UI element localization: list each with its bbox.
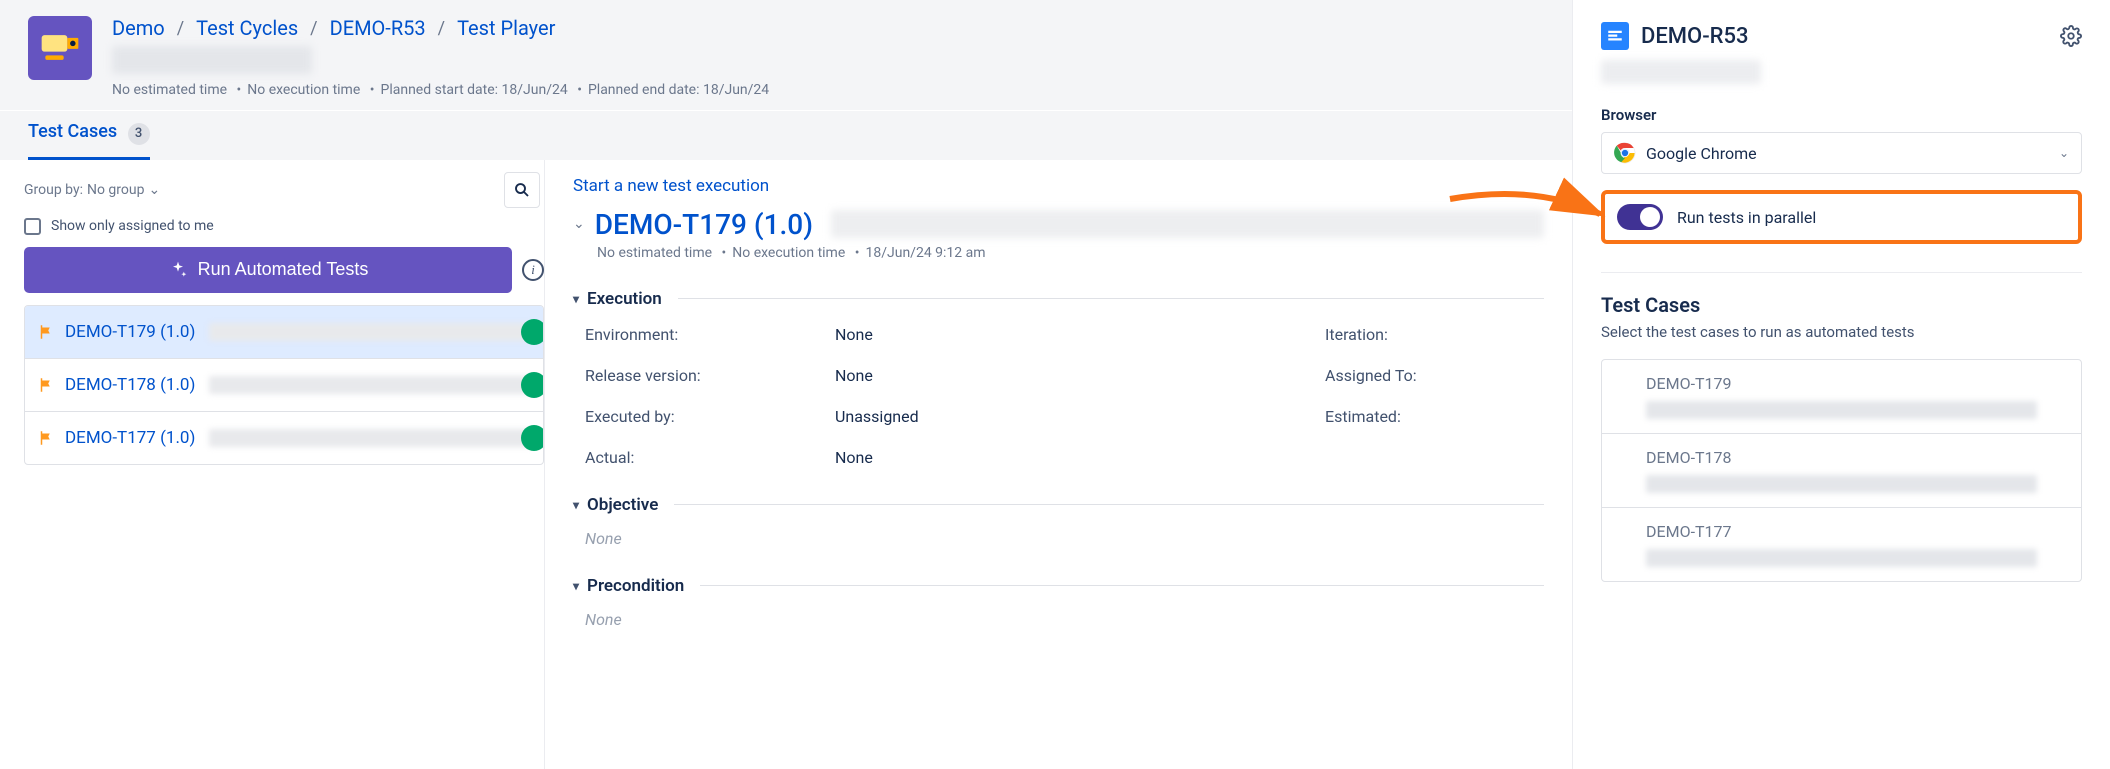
status-badge [521, 372, 544, 398]
estimated-value [1495, 407, 1544, 426]
test-case-title-redacted [209, 323, 533, 341]
actual-value: None [835, 448, 1305, 467]
test-case-detail-panel: Start a new test execution ⌄ DEMO-T179 (… [544, 160, 1572, 769]
test-case-list: DEMO-T179 (1.0) DEMO-T178 (1.0) DEMO-T17… [24, 305, 544, 465]
tabs: Test Cases 3 [0, 111, 1572, 160]
iteration-value [1495, 325, 1544, 344]
iteration-label: Iteration: [1325, 325, 1475, 344]
chevron-down-icon: ⌄ [148, 182, 160, 198]
test-case-title-redacted [209, 376, 533, 394]
sidebar-item-redacted [1646, 401, 2037, 419]
detail-meta: No estimated time No execution time 18/J… [597, 245, 1544, 261]
run-config-sidebar: DEMO-R53 Browser Google Chrome ⌄ Run tes… [1572, 0, 2110, 769]
breadcrumb-cycle[interactable]: DEMO-R53 [330, 16, 426, 40]
parallel-toggle-highlight: Run tests in parallel [1601, 190, 2082, 244]
header-meta: No estimated time No execution time Plan… [112, 82, 1544, 98]
tab-count-badge: 3 [128, 123, 150, 145]
section-precondition: ▾ Precondition None [573, 576, 1544, 629]
test-case-key: DEMO-T177 (1.0) [65, 428, 195, 448]
executed-by-label: Executed by: [585, 407, 815, 426]
page-header: Demo / Test Cycles / DEMO-R53 / Test Pla… [0, 0, 1572, 111]
release-value: None [835, 366, 1305, 385]
list-item[interactable]: DEMO-T179 [1602, 360, 2081, 434]
list-item[interactable]: DEMO-T178 (1.0) [25, 359, 543, 412]
flag-icon [37, 323, 55, 341]
objective-value: None [585, 529, 1544, 548]
precondition-value: None [585, 610, 1544, 629]
list-item[interactable]: DEMO-T178 [1602, 434, 2081, 508]
sidebar-section-title: Test Cases [1601, 293, 2082, 317]
test-case-key: DEMO-T178 (1.0) [65, 375, 195, 395]
test-case-key: DEMO-T179 (1.0) [65, 322, 195, 342]
sidebar-subtitle-redacted [1601, 60, 1761, 84]
tab-test-cases[interactable]: Test Cases 3 [28, 111, 150, 160]
plugin-icon [1601, 22, 1629, 50]
sidebar-title: DEMO-R53 [1641, 24, 2048, 49]
chevron-down-icon: ⌄ [2059, 146, 2069, 160]
run-parallel-label: Run tests in parallel [1677, 208, 1816, 227]
search-button[interactable] [504, 172, 540, 208]
detail-title-redacted [831, 210, 1544, 238]
browser-label: Browser [1601, 106, 2082, 124]
section-objective: ▾ Objective None [573, 495, 1544, 548]
run-parallel-toggle[interactable] [1617, 204, 1663, 230]
run-automated-tests-button[interactable]: Run Automated Tests [24, 247, 512, 293]
group-by-selector[interactable]: Group by: No group ⌄ [24, 182, 160, 198]
sidebar-item-redacted [1646, 475, 2037, 493]
sparkle-icon [168, 260, 188, 280]
gear-icon[interactable] [2060, 25, 2082, 47]
assigned-to-value [1495, 366, 1544, 385]
breadcrumb-section[interactable]: Test Cycles [196, 16, 298, 40]
sidebar-item-key: DEMO-T177 [1646, 522, 2037, 541]
sidebar-item-key: DEMO-T178 [1646, 448, 2037, 467]
list-item[interactable]: DEMO-T177 [1602, 508, 2081, 581]
actual-label: Actual: [585, 448, 815, 467]
section-execution: ▾ Execution Environment: None Iteration:… [573, 289, 1544, 467]
sidebar-item-key: DEMO-T179 [1646, 374, 2037, 393]
estimated-label: Estimated: [1325, 407, 1475, 426]
breadcrumb: Demo / Test Cycles / DEMO-R53 / Test Pla… [112, 16, 1544, 40]
breadcrumb-cycle-name[interactable]: Test Player [457, 16, 555, 40]
chevron-down-icon[interactable]: ▾ [573, 579, 579, 593]
environment-label: Environment: [585, 325, 815, 344]
chevron-down-icon[interactable]: ▾ [573, 498, 579, 512]
assigned-to-label: Assigned To: [1325, 366, 1475, 385]
detail-title-key[interactable]: DEMO-T179 (1.0) [595, 208, 813, 241]
status-badge [521, 425, 544, 451]
release-label: Release version: [585, 366, 815, 385]
list-item[interactable]: DEMO-T177 (1.0) [25, 412, 543, 464]
sidebar-test-case-list: DEMO-T179 DEMO-T178 DEMO-T177 [1601, 359, 2082, 582]
sidebar-item-redacted [1646, 549, 2037, 567]
cycle-title-redacted [112, 46, 312, 74]
assigned-to-me-checkbox[interactable] [24, 218, 41, 235]
search-icon [513, 181, 531, 199]
info-icon[interactable]: i [522, 259, 544, 281]
app-icon [28, 16, 92, 80]
list-item[interactable]: DEMO-T179 (1.0) [25, 306, 543, 359]
start-execution-link[interactable]: Start a new test execution [573, 176, 769, 196]
chevron-down-icon[interactable]: ▾ [573, 292, 579, 306]
chevron-down-icon[interactable]: ⌄ [573, 216, 585, 232]
sidebar-section-subtitle: Select the test cases to run as automate… [1601, 323, 2082, 341]
test-case-title-redacted [209, 429, 533, 447]
breadcrumb-project[interactable]: Demo [112, 16, 165, 40]
browser-select[interactable]: Google Chrome ⌄ [1601, 132, 2082, 174]
status-badge [521, 319, 544, 345]
flag-icon [37, 376, 55, 394]
environment-value: None [835, 325, 1305, 344]
flag-icon [37, 429, 55, 447]
chrome-icon [1614, 142, 1636, 164]
executed-by-value: Unassigned [835, 407, 1305, 426]
test-case-list-panel: Group by: No group ⌄ Show only assigned … [24, 160, 544, 769]
assigned-to-me-label: Show only assigned to me [51, 218, 214, 234]
